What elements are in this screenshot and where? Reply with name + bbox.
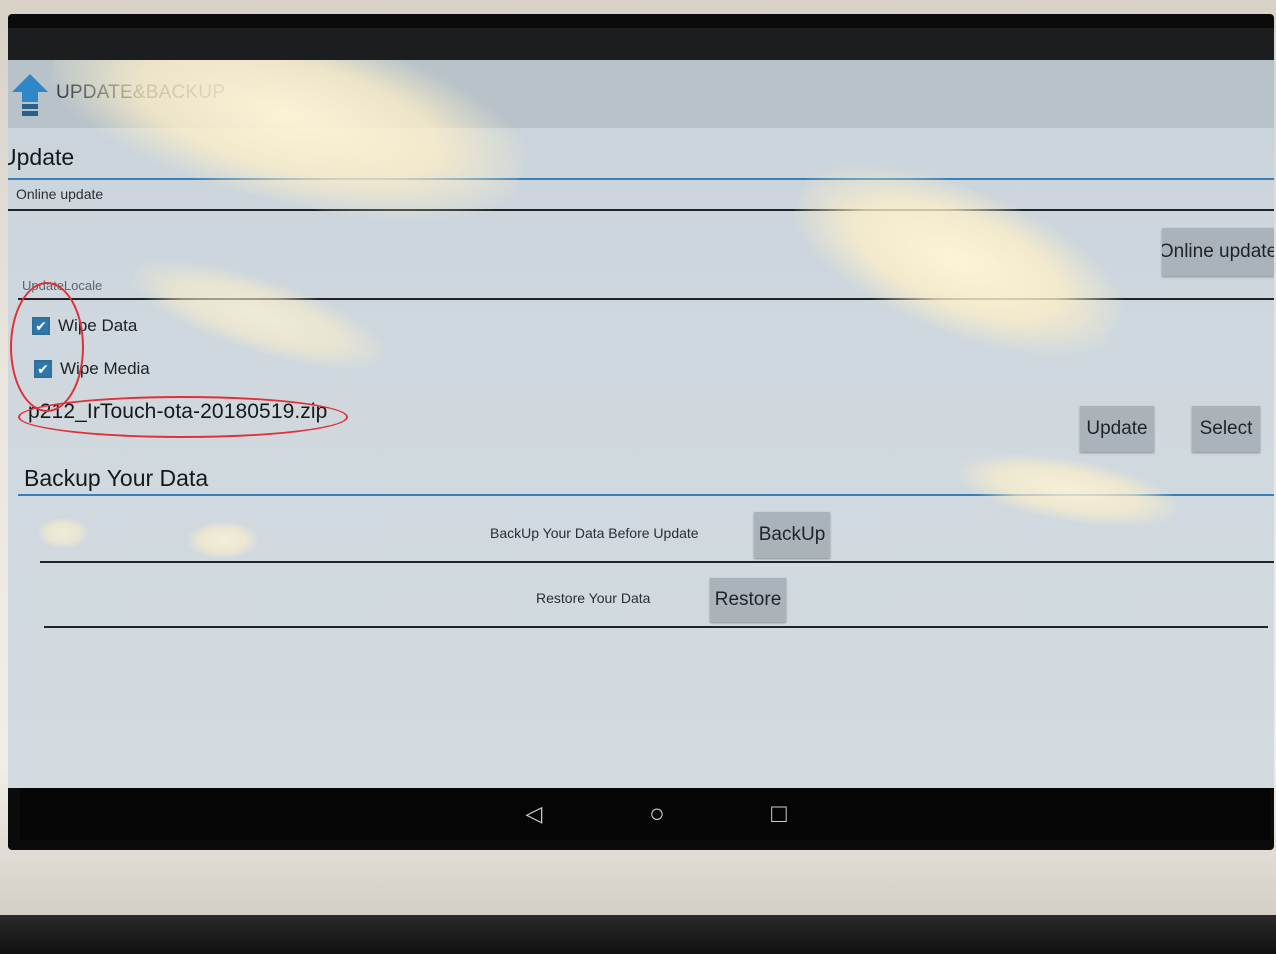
action-bar: UPDATE&BACKUP [8,60,1274,128]
update-button[interactable]: Update [1080,406,1154,452]
glare-reflection [954,441,1182,539]
annotation-circle-checkboxes [10,282,84,412]
select-button[interactable]: Select [1192,406,1260,452]
device-base [0,915,1276,954]
home-icon[interactable]: ○ [640,796,674,830]
update-divider [8,178,1274,180]
restore-label: Restore Your Data [536,590,651,606]
backup-label: BackUp Your Data Before Update [490,525,699,541]
restore-row-divider [44,626,1268,628]
app-screen: UPDATE&BACKUP Update Online update Onlin… [8,60,1274,788]
navigation-bar: ◁ ○ □ [20,788,1270,840]
backup-button[interactable]: BackUp [754,512,830,558]
online-divider [8,209,1274,211]
app-title: UPDATE&BACKUP [56,82,226,103]
glare-reflection [123,241,393,389]
backup-divider [18,494,1274,496]
online-update-label: Online update [16,186,104,202]
glare-reflection [188,522,258,558]
glare-reflection [774,131,1142,389]
back-icon[interactable]: ◁ [518,798,550,830]
recents-icon[interactable]: □ [762,796,796,830]
glare-reflection [38,518,88,548]
annotation-circle-filename [18,396,348,438]
update-arrow-icon[interactable] [10,72,50,120]
restore-button[interactable]: Restore [710,578,786,622]
online-update-button[interactable]: Online update [1162,228,1274,276]
locale-divider [18,298,1274,300]
backup-row-divider [40,561,1274,563]
backup-section-title: Backup Your Data [24,465,209,491]
status-bar [8,28,1274,62]
update-section-title: Update [8,144,75,170]
